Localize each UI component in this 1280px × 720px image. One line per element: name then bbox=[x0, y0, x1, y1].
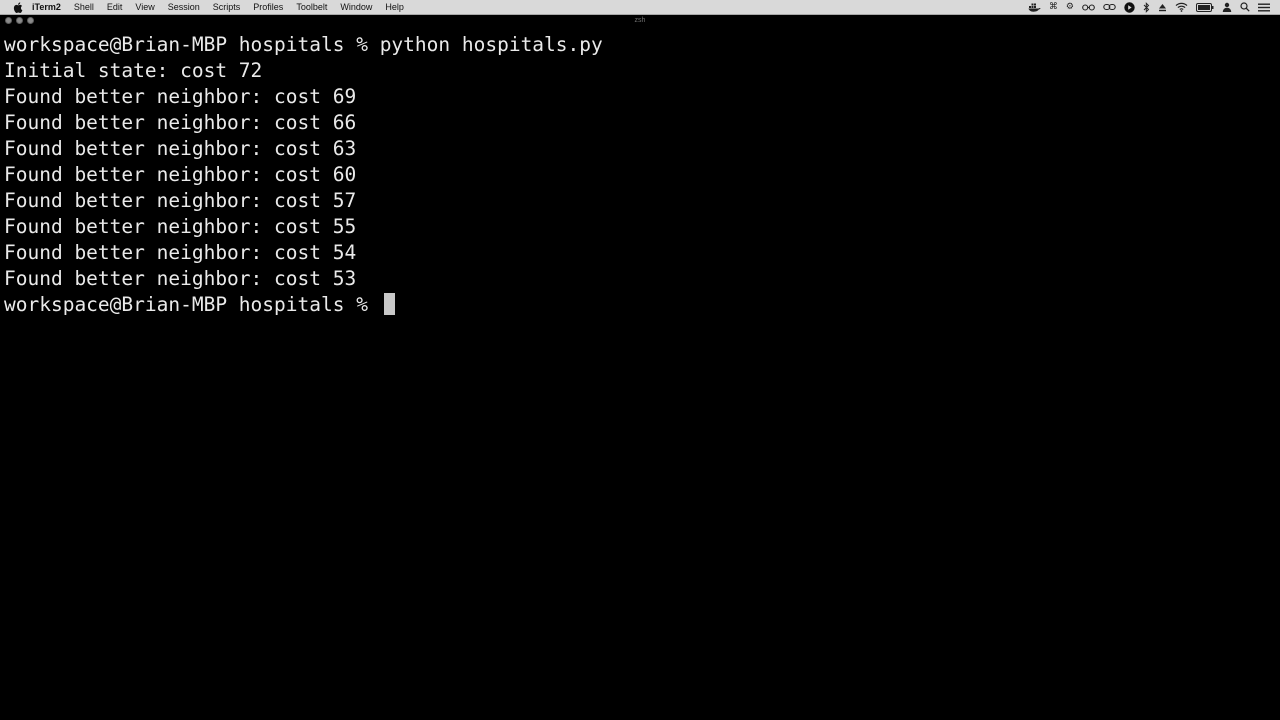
entered-command: python hospitals.py bbox=[379, 33, 603, 56]
wifi-icon[interactable] bbox=[1175, 0, 1188, 14]
output-line: Found better neighbor: cost 63 bbox=[4, 137, 357, 160]
menu-bar-left: iTerm2 Shell Edit View Session Scripts P… bbox=[0, 0, 417, 14]
output-line: Found better neighbor: cost 57 bbox=[4, 189, 357, 212]
menu-app-iterm2[interactable]: iTerm2 bbox=[32, 0, 61, 14]
menu-window[interactable]: Window bbox=[340, 0, 372, 14]
menu-help[interactable]: Help bbox=[385, 0, 404, 14]
shell-prompt: workspace@Brian-MBP hospitals % bbox=[4, 293, 380, 316]
output-line: Found better neighbor: cost 54 bbox=[4, 241, 357, 264]
menu-bar-status-area: ⌘ ⚙ bbox=[1020, 0, 1270, 14]
user-account-icon[interactable] bbox=[1222, 0, 1232, 14]
menu-scripts[interactable]: Scripts bbox=[213, 0, 241, 14]
apple-menu-icon[interactable] bbox=[12, 1, 24, 13]
menu-edit[interactable]: Edit bbox=[107, 0, 123, 14]
output-line: Found better neighbor: cost 60 bbox=[4, 163, 357, 186]
menu-session[interactable]: Session bbox=[168, 0, 200, 14]
window-title-bar: zsh bbox=[0, 15, 1280, 30]
output-line: Found better neighbor: cost 55 bbox=[4, 215, 357, 238]
terminal-output-area[interactable]: workspace@Brian-MBP hospitals % python h… bbox=[4, 32, 1276, 720]
bluetooth-icon[interactable] bbox=[1143, 0, 1150, 14]
gear-icon[interactable]: ⚙ bbox=[1066, 0, 1074, 14]
docker-icon[interactable] bbox=[1028, 0, 1041, 14]
command-key-icon[interactable]: ⌘ bbox=[1049, 0, 1058, 14]
link-icon[interactable] bbox=[1103, 0, 1116, 14]
eject-icon[interactable] bbox=[1158, 0, 1167, 14]
output-line: Found better neighbor: cost 53 bbox=[4, 267, 357, 290]
spotlight-search-icon[interactable] bbox=[1240, 0, 1250, 14]
battery-icon[interactable] bbox=[1196, 0, 1214, 14]
command-line: workspace@Brian-MBP hospitals % python h… bbox=[4, 32, 1276, 58]
macos-menu-bar: iTerm2 Shell Edit View Session Scripts P… bbox=[0, 0, 1280, 15]
output-line: Found better neighbor: cost 66 bbox=[4, 111, 357, 134]
menu-view[interactable]: View bbox=[135, 0, 154, 14]
text-cursor bbox=[383, 293, 395, 315]
glasses-icon[interactable] bbox=[1082, 0, 1095, 14]
window-title: zsh bbox=[634, 17, 646, 24]
menu-shell[interactable]: Shell bbox=[74, 0, 94, 14]
output-line: Found better neighbor: cost 69 bbox=[4, 85, 357, 108]
output-line: Initial state: cost 72 bbox=[4, 59, 263, 82]
shell-prompt: workspace@Brian-MBP hospitals % bbox=[4, 33, 380, 56]
menu-toolbelt[interactable]: Toolbelt bbox=[296, 0, 327, 14]
current-prompt-line[interactable]: workspace@Brian-MBP hospitals % bbox=[4, 292, 1276, 318]
play-circle-icon[interactable] bbox=[1124, 0, 1135, 14]
menu-profiles[interactable]: Profiles bbox=[253, 0, 283, 14]
notification-center-icon[interactable] bbox=[1258, 0, 1270, 14]
